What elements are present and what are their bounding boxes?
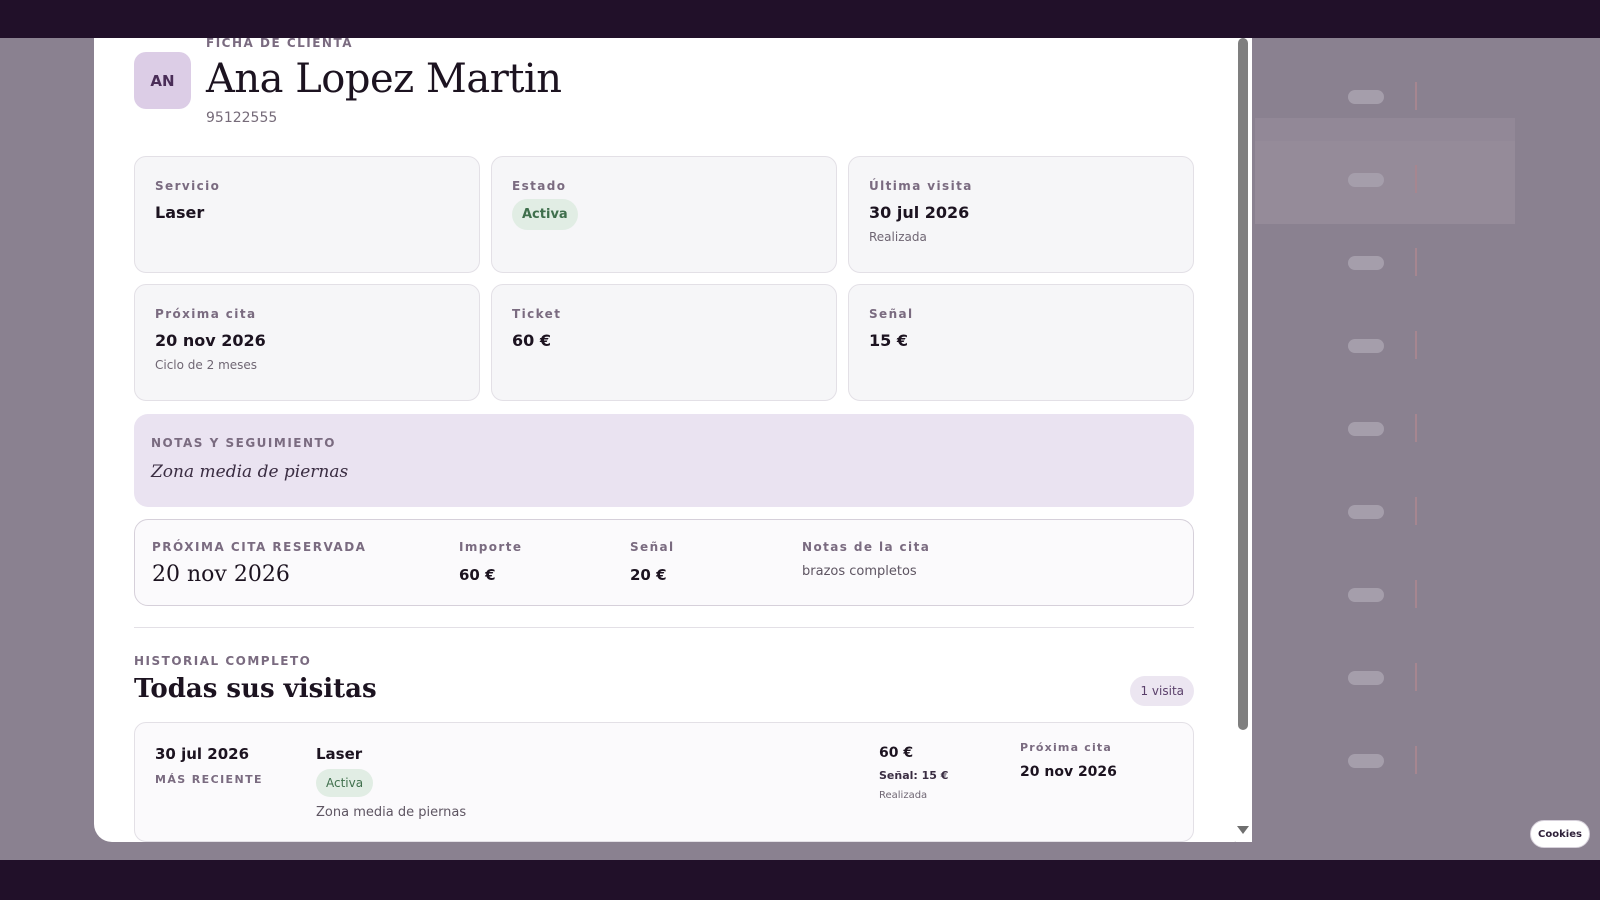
visit-status-badge: Activa <box>316 769 374 797</box>
visit-deposit: Señal: 15 € <box>879 769 949 782</box>
client-name: Ana Lopez Martin <box>206 56 562 102</box>
background-row <box>1255 58 1515 141</box>
next-booked-amount: 60 € <box>459 566 496 584</box>
background-row <box>1255 722 1515 805</box>
deposit-card: Señal 15 € <box>848 284 1194 401</box>
visit-recent-tag: MÁS RECIENTE <box>155 773 263 786</box>
last-visit-card: Última visita 30 jul 2026 Realizada <box>848 156 1194 273</box>
background-row <box>1255 141 1515 224</box>
background-row <box>1255 473 1515 556</box>
next-booked-panel: PRÓXIMA CITA RESERVADA 20 nov 2026 Impor… <box>134 519 1194 606</box>
modal-scrollbar-thumb[interactable] <box>1238 38 1248 730</box>
background-row <box>1255 639 1515 722</box>
next-booked-notes: brazos completos <box>802 564 917 579</box>
visit-next-date: 20 nov 2026 <box>1020 764 1117 780</box>
background-row <box>1255 224 1515 307</box>
visit-service-col: Laser Activa Zona media de piernas <box>316 745 466 820</box>
avatar: AN <box>134 52 191 109</box>
visit-date: 30 jul 2026 <box>155 745 250 763</box>
next-booked-deposit-label: Señal <box>630 540 675 554</box>
modal-eyebrow: FICHA DE CLIENTA <box>206 38 354 50</box>
next-booked-notes-label: Notas de la cita <box>802 540 931 554</box>
next-appointment-card: Próxima cita 20 nov 2026 Ciclo de 2 mese… <box>134 284 480 401</box>
scroll-down-icon[interactable] <box>1237 826 1249 834</box>
ticket-card: Ticket 60 € <box>491 284 837 401</box>
deposit-label: Señal <box>869 307 914 321</box>
summary-cards: Servicio Laser Estado Activa Última visi… <box>134 156 1194 401</box>
background-table <box>1255 58 1515 805</box>
deposit-value: 15 € <box>869 331 908 350</box>
visit-next-label: Próxima cita <box>1020 741 1112 754</box>
visit-status: Realizada <box>879 790 928 801</box>
next-booked-label: PRÓXIMA CITA RESERVADA <box>152 540 367 554</box>
cookies-button[interactable]: Cookies <box>1530 820 1590 848</box>
last-visit-value: 30 jul 2026 <box>869 203 970 222</box>
next-appointment-value: 20 nov 2026 <box>155 331 266 350</box>
next-booked-deposit-col: Señal 20 € <box>630 540 675 584</box>
history-title: Todas sus visitas <box>134 674 377 704</box>
visit-row[interactable]: 30 jul 2026 MÁS RECIENTE Laser Activa Zo… <box>134 722 1194 842</box>
next-booked-amount-col: Importe 60 € <box>459 540 522 584</box>
background-row <box>1255 307 1515 390</box>
section-divider <box>134 627 1194 628</box>
last-visit-sub: Realizada <box>869 230 927 244</box>
status-label: Estado <box>512 179 567 193</box>
notes-panel: NOTAS Y SEGUIMIENTO Zona media de pierna… <box>134 414 1194 507</box>
ticket-value: 60 € <box>512 331 551 350</box>
next-appointment-sub: Ciclo de 2 meses <box>155 358 258 372</box>
next-booked-date-col: PRÓXIMA CITA RESERVADA 20 nov 2026 <box>152 540 366 587</box>
next-booked-date: 20 nov 2026 <box>152 562 290 587</box>
service-card: Servicio Laser <box>134 156 480 273</box>
next-booked-amount-label: Importe <box>459 540 523 554</box>
client-modal: FICHA DE CLIENTA AN Ana Lopez Martin 951… <box>94 38 1252 842</box>
visit-next-col: Próxima cita 20 nov 2026 <box>1020 741 1117 780</box>
visit-note: Zona media de piernas <box>316 805 467 820</box>
next-appointment-label: Próxima cita <box>155 307 257 321</box>
ticket-label: Ticket <box>512 307 562 321</box>
status-badge: Activa <box>512 199 578 230</box>
background-row <box>1255 556 1515 639</box>
visit-count-badge: 1 visita <box>1130 676 1194 706</box>
visit-service: Laser <box>316 745 363 763</box>
visit-amount-col: 60 € Señal: 15 € Realizada <box>879 745 948 801</box>
last-visit-label: Última visita <box>869 179 973 193</box>
next-booked-deposit: 20 € <box>630 566 667 584</box>
client-phone: 95122555 <box>206 110 278 126</box>
client-header: FICHA DE CLIENTA AN Ana Lopez Martin 951… <box>134 38 1194 153</box>
visit-amount: 60 € <box>879 745 914 761</box>
modal-content: FICHA DE CLIENTA AN Ana Lopez Martin 951… <box>134 38 1194 842</box>
notes-text: Zona media de piernas <box>151 462 349 482</box>
history-header: HISTORIAL COMPLETO Todas sus visitas 1 v… <box>134 654 1194 714</box>
visit-date-col: 30 jul 2026 MÁS RECIENTE <box>155 745 263 786</box>
history-eyebrow: HISTORIAL COMPLETO <box>134 654 312 668</box>
service-label: Servicio <box>155 179 221 193</box>
next-booked-notes-col: Notas de la cita brazos completos <box>802 540 930 579</box>
service-value: Laser <box>155 203 205 222</box>
status-card: Estado Activa <box>491 156 837 273</box>
notes-label: NOTAS Y SEGUIMIENTO <box>151 436 336 450</box>
background-row <box>1255 390 1515 473</box>
